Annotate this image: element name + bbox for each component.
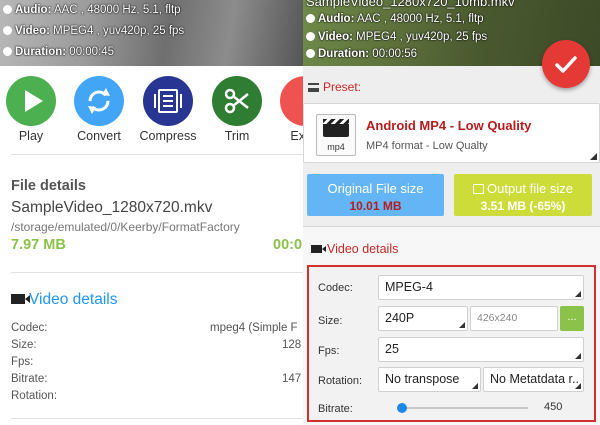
file-size: 7.97 MB: [11, 237, 66, 253]
audio-icon: [306, 14, 315, 23]
output-file-size-box: Output file size 3.51 MB (-65%): [454, 174, 592, 216]
size-label: Size:: [11, 339, 37, 351]
tool-label: Compress: [139, 129, 197, 143]
audio-icon: [3, 5, 12, 14]
original-size-title: Original File size: [327, 181, 424, 196]
scissors-icon: [212, 76, 262, 126]
clock-icon: [306, 49, 315, 58]
output-size-value: 3.51 MB (-65%): [480, 199, 566, 213]
preset-title: Android MP4 - Low Quality: [366, 118, 532, 133]
dropdown-corner-icon: [575, 353, 581, 359]
file-path: /storage/emulated/0/Keerby/FormatFactory: [11, 220, 240, 234]
dropdown-corner-icon: [575, 383, 581, 389]
video-details-title: Video details: [11, 291, 117, 309]
size-dimensions-field[interactable]: 426x240: [470, 306, 558, 331]
confirm-fab-button[interactable]: [542, 40, 590, 88]
checkmark-icon: [555, 56, 577, 73]
video-settings-box: Codec: MPEG-4 Size: 240P 426x240 ... Fps…: [307, 265, 596, 422]
convert-tool-button[interactable]: Convert: [64, 76, 134, 143]
output-size-title: Output file size: [454, 181, 592, 196]
video-icon: [3, 26, 12, 35]
preset-label: Preset:: [308, 80, 361, 94]
tool-label: Trim: [224, 129, 250, 143]
file-duration: 00:0: [273, 237, 303, 253]
audio-info: Audio: AAC , 48000 Hz, 5.1, fltp: [306, 13, 484, 25]
video-camera-icon: [11, 294, 30, 304]
preset-selector[interactable]: mp4 Android MP4 - Low Quality MP4 format…: [303, 103, 600, 163]
file-details-title: File details: [11, 178, 86, 194]
dropdown-corner-icon: [459, 322, 465, 328]
clock-icon: [3, 47, 12, 56]
video-info: Video: MPEG4 , yuv420p, 25 fps: [306, 31, 487, 43]
duration-info: Duration: 00:00:45: [3, 46, 114, 58]
bitrate-slider-track[interactable]: [398, 407, 528, 409]
refresh-icon: [74, 76, 124, 126]
clapperboard-icon: [323, 119, 349, 137]
codec-select[interactable]: MPEG-4: [378, 275, 584, 300]
bitrate-value: 450: [544, 401, 563, 413]
audio-info: Audio: AAC , 48000 Hz, 5.1, fltp: [3, 4, 181, 16]
divider: [11, 272, 303, 273]
fps-select[interactable]: 25: [378, 337, 584, 362]
divider: [11, 418, 303, 419]
extra-icon: [280, 76, 303, 126]
left-screen: Audio: AAC , 48000 Hz, 5.1, fltp Video: …: [0, 0, 303, 425]
original-size-value: 10.01 MB: [349, 199, 402, 213]
original-file-size-box: Original File size 10.01 MB: [307, 174, 444, 216]
bitrate-value: 147: [282, 373, 302, 385]
bitrate-label: Bitrate:: [318, 403, 353, 415]
video-info: Video: MPEG4 , yuv420p, 25 fps: [3, 25, 184, 37]
size-value: 128: [282, 339, 302, 351]
dropdown-corner-icon: [575, 291, 581, 297]
play-icon: [6, 76, 56, 126]
compress-icon: [143, 76, 193, 126]
mp4-file-icon: mp4: [316, 114, 356, 156]
format-label: mp4: [327, 142, 345, 152]
video-camera-icon: [311, 245, 326, 253]
size-select[interactable]: 240P: [378, 306, 468, 331]
tool-label: Extra: [290, 129, 303, 143]
compress-tool-button[interactable]: Compress: [133, 76, 203, 143]
tool-bar: Play Convert Compress Trim Extra: [0, 76, 303, 146]
duration-info: Duration: 00:00:56: [306, 48, 417, 60]
video-title: SampleVideo_1280x720_10mb.mkv: [306, 0, 515, 9]
tool-label: Convert: [77, 129, 121, 143]
video-icon: [306, 32, 315, 41]
codec-label: Codec:: [318, 282, 353, 294]
list-icon: [308, 83, 319, 92]
fps-label: Fps:: [11, 356, 34, 368]
codec-value: mpeg4 (Simple F: [210, 322, 298, 334]
dropdown-corner-icon: [472, 383, 478, 389]
metadata-select[interactable]: No Metatdata r..: [483, 367, 584, 392]
rotation-select[interactable]: No transpose: [378, 367, 481, 392]
fps-label: Fps:: [318, 345, 340, 357]
play-tool-button[interactable]: Play: [0, 76, 66, 143]
size-label: Size:: [318, 315, 343, 327]
codec-label: Codec:: [11, 322, 48, 334]
dropdown-corner-icon: [590, 153, 597, 160]
rotation-label: Rotation:: [11, 390, 58, 402]
trim-tool-button[interactable]: Trim: [202, 76, 272, 143]
divider: [11, 154, 303, 155]
file-name: SampleVideo_1280x720.mkv: [11, 199, 213, 216]
tool-label: Play: [18, 129, 44, 143]
rotation-label: Rotation:: [318, 375, 363, 387]
custom-size-button[interactable]: ...: [560, 306, 584, 331]
extra-tool-button[interactable]: Extra: [270, 76, 303, 143]
video-details-title: Video details: [311, 242, 398, 256]
video-thumbnail[interactable]: Audio: AAC , 48000 Hz, 5.1, fltp Video: …: [0, 0, 303, 66]
image-icon: [473, 184, 484, 194]
preset-subtitle: MP4 format - Low Qualty: [366, 140, 488, 152]
bitrate-label: Bitrate:: [11, 373, 48, 385]
